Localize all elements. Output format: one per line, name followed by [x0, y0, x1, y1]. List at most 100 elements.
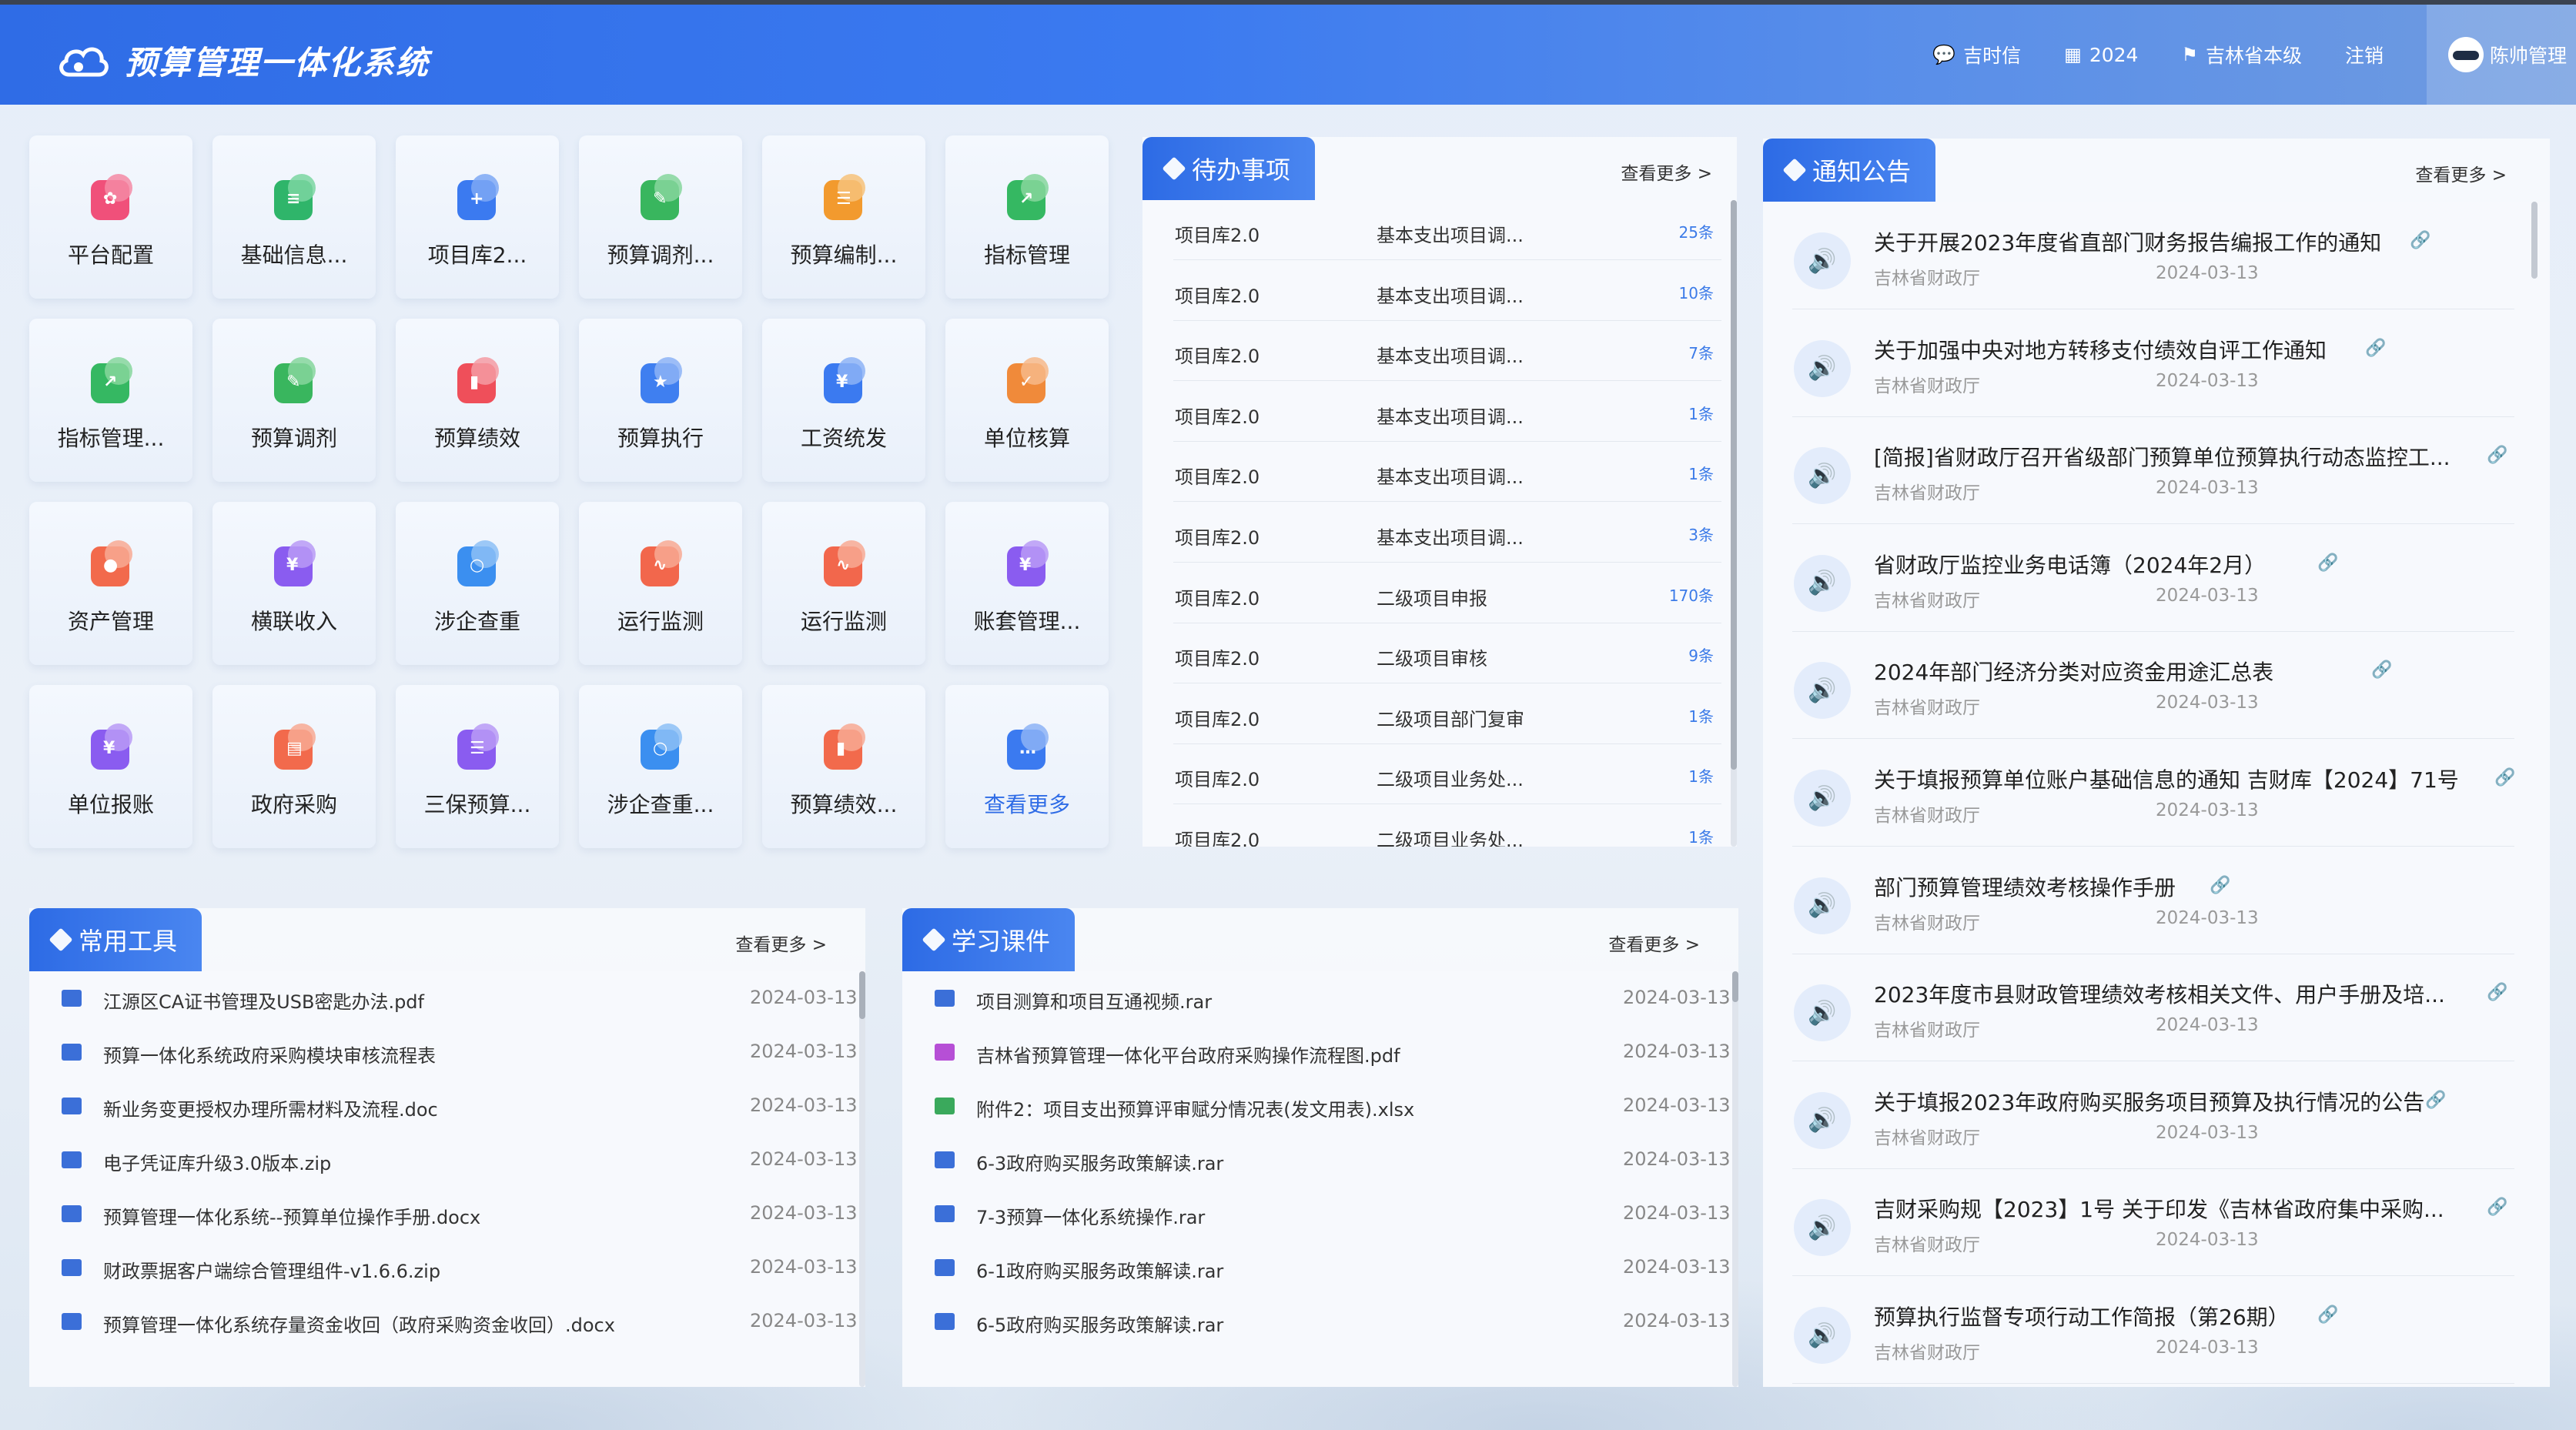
file-name[interactable]: 财政票据客户端综合管理组件-v1.6.6.zip: [103, 1256, 440, 1283]
file-name[interactable]: 附件2：项目支出预算评审赋分情况表(发文用表).xlsx: [976, 1094, 1414, 1121]
file-name[interactable]: 预算管理一体化系统--预算单位操作手册.docx: [103, 1202, 480, 1229]
link-icon[interactable]: 🔗: [2365, 339, 2386, 358]
todo-row[interactable]: 项目库2.0 基本支出项目调... 1条: [1173, 382, 1721, 442]
notice-title[interactable]: 关于开展2023年度省直部门财务报告编报工作的通知: [1874, 226, 2381, 257]
link-icon[interactable]: 🔗: [2487, 1198, 2507, 1217]
app-tile[interactable]: ∿ 运行监测: [579, 502, 742, 665]
notice-row[interactable]: 🔊 关于加强中央对地方转移支付绩效自评工作通知 🔗 吉林省财政厅 2024-03-13: [1792, 309, 2514, 417]
todo-row[interactable]: 项目库2.0 基本支出项目调... 10条: [1173, 261, 1721, 321]
app-tile[interactable]: ○ 涉企查重...: [579, 685, 742, 848]
todo-panel-tab[interactable]: 待办事项: [1142, 137, 1316, 200]
app-tile[interactable]: ✎ 预算调剂: [212, 319, 376, 482]
notice-row[interactable]: 🔊 关于填报2023年政府购买服务项目预算及执行情况的公告 🔗 吉林省财政厅 2024-…: [1792, 1061, 2514, 1169]
notice-title[interactable]: 关于填报2023年政府购买服务项目预算及执行情况的公告: [1874, 1086, 2424, 1117]
notice-title[interactable]: 关于填报预算单位账户基础信息的通知 吉财库【2024】71号: [1874, 763, 2459, 794]
link-icon[interactable]: 🔗: [2487, 446, 2507, 465]
courses-scrollbar[interactable]: [1732, 971, 1738, 1387]
app-tile[interactable]: ☰ 预算编制...: [762, 135, 925, 299]
app-tile[interactable]: ✓ 单位核算: [945, 319, 1109, 482]
notice-more-link[interactable]: 查看更多 >: [2415, 160, 2507, 186]
notice-row[interactable]: 🔊 关于填报预算单位账户基础信息的通知 吉财库【2024】71号 🔗 吉林省财政厅 20…: [1792, 739, 2515, 847]
notice-title[interactable]: 2023年度市县财政管理绩效考核相关文件、用户手册及培...: [1874, 978, 2445, 1009]
file-name[interactable]: 6-1政府购买服务政策解读.rar: [976, 1256, 1223, 1283]
courses-more-link[interactable]: 查看更多 >: [1608, 930, 1700, 956]
notice-title[interactable]: 2024年部门经济分类对应资金用途汇总表: [1874, 656, 2273, 687]
file-row[interactable]: 项目测算和项目互通视频.rar 2024-03-13: [932, 971, 1730, 1025]
link-icon[interactable]: 🔗: [2494, 768, 2515, 787]
todo-more-link[interactable]: 查看更多 >: [1621, 159, 1712, 185]
file-row[interactable]: 新业务变更授权办理所需材料及流程.doc 2024-03-13: [59, 1079, 857, 1133]
app-tile[interactable]: ✎ 预算调剂...: [579, 135, 742, 299]
app-tile[interactable]: ☰ 三保预算...: [396, 685, 559, 848]
todo-row[interactable]: 项目库2.0 基本支出项目调... 7条: [1173, 321, 1721, 382]
link-icon[interactable]: 🔗: [2317, 1305, 2338, 1325]
notice-title[interactable]: 预算执行监督专项行动工作简报（第26期）: [1874, 1301, 2290, 1331]
notice-row[interactable]: 🔊 2023年度市县财政管理绩效考核相关文件、用户手册及培... 🔗 吉林省财政厅 20…: [1792, 954, 2514, 1062]
link-icon[interactable]: 🔗: [2425, 1091, 2446, 1110]
app-tile[interactable]: + 项目库2...: [396, 135, 559, 299]
app-tile[interactable]: ≡ 基础信息...: [212, 135, 376, 299]
notice-row[interactable]: 🔊 [简报]省财政厅召开省级部门预算单位预算执行动态监控工... 🔗 吉林省财政厅 20…: [1792, 416, 2514, 525]
app-tile[interactable]: ★ 预算执行: [579, 319, 742, 482]
notice-title[interactable]: [简报]省财政厅召开省级部门预算单位预算执行动态监控工...: [1874, 441, 2451, 472]
notice-title[interactable]: 部门预算管理绩效考核操作手册: [1874, 871, 2176, 902]
notice-row[interactable]: 🔊 预算执行监督专项行动工作简报（第26期） 🔗 吉林省财政厅 2024-03-13: [1792, 1276, 2514, 1384]
file-name[interactable]: 新业务变更授权办理所需材料及流程.doc: [103, 1094, 438, 1121]
view-more-apps-button[interactable]: … 查看更多: [945, 685, 1109, 848]
todo-row[interactable]: 项目库2.0 二级项目申报 170条: [1173, 563, 1721, 623]
file-name[interactable]: 预算管理一体化系统存量资金收回（政府采购资金收回）.docx: [103, 1310, 615, 1337]
notice-title[interactable]: 关于加强中央对地方转移支付绩效自评工作通知: [1874, 334, 2327, 365]
app-tile[interactable]: ▮ 预算绩效: [396, 319, 559, 482]
app-tile[interactable]: ▤ 政府采购: [212, 685, 376, 848]
app-tile[interactable]: ¥ 单位报账: [29, 685, 192, 848]
app-tile[interactable]: ● 资产管理: [29, 502, 192, 665]
todo-row[interactable]: 项目库2.0 二级项目审核 9条: [1173, 623, 1721, 684]
notice-row[interactable]: 🔊 2024年部门经济分类对应资金用途汇总表 🔗 吉林省财政厅 2024-03-13: [1792, 631, 2514, 740]
courses-scrollbar-thumb[interactable]: [1732, 971, 1738, 1002]
tools-more-link[interactable]: 查看更多 >: [735, 930, 827, 956]
notice-panel-tab[interactable]: 通知公告: [1763, 139, 1936, 202]
todo-row[interactable]: 项目库2.0 二级项目部门复审 1条: [1173, 684, 1721, 744]
notice-row[interactable]: 🔊 部门预算管理绩效考核操作手册 🔗 吉林省财政厅 2024-03-13: [1792, 847, 2514, 954]
app-tile[interactable]: ¥ 横联收入: [212, 502, 376, 665]
todo-row[interactable]: 项目库2.0 二级项目业务处... 1条: [1173, 805, 1721, 847]
todo-scrollbar[interactable]: [1731, 200, 1737, 847]
file-row[interactable]: 财政票据客户端综合管理组件-v1.6.6.zip 2024-03-13: [59, 1241, 857, 1295]
nav-messages[interactable]: 💬 吉时信: [1932, 41, 2021, 68]
app-tile[interactable]: ↗ 指标管理...: [29, 319, 192, 482]
file-row[interactable]: 预算管理一体化系统存量资金收回（政府采购资金收回）.docx 2024-03-13: [59, 1295, 857, 1348]
file-name[interactable]: 项目测算和项目互通视频.rar: [976, 987, 1212, 1014]
file-row[interactable]: 江源区CA证书管理及USB密匙办法.pdf 2024-03-13: [59, 971, 857, 1025]
notice-title[interactable]: 吉财采购规【2023】1号 关于印发《吉林省政府集中采购...: [1874, 1193, 2444, 1224]
app-tile[interactable]: ∿ 运行监测: [762, 502, 925, 665]
link-icon[interactable]: 🔗: [2410, 231, 2430, 250]
app-tile[interactable]: ○ 涉企查重: [396, 502, 559, 665]
app-tile[interactable]: ¥ 账套管理...: [945, 502, 1109, 665]
file-row[interactable]: 6-1政府购买服务政策解读.rar 2024-03-13: [932, 1241, 1730, 1295]
file-row[interactable]: 7-3预算一体化系统操作.rar 2024-03-13: [932, 1187, 1730, 1241]
todo-row[interactable]: 项目库2.0 二级项目业务处... 1条: [1173, 744, 1721, 805]
file-name[interactable]: 7-3预算一体化系统操作.rar: [976, 1202, 1205, 1229]
tools-panel-tab[interactable]: 常用工具: [29, 908, 202, 971]
file-row[interactable]: 预算一体化系统政府采购模块审核流程表 2024-03-13: [59, 1025, 857, 1079]
link-icon[interactable]: 🔗: [2487, 983, 2507, 1002]
nav-region[interactable]: ⚑ 吉林省本级: [2181, 41, 2302, 68]
file-name[interactable]: 6-5政府购买服务政策解读.rar: [976, 1310, 1223, 1337]
app-tile[interactable]: ↗ 指标管理: [945, 135, 1109, 299]
file-row[interactable]: 电子凭证库升级3.0版本.zip 2024-03-13: [59, 1133, 857, 1187]
notice-scrollbar[interactable]: [2531, 202, 2538, 1387]
file-name[interactable]: 预算一体化系统政府采购模块审核流程表: [103, 1041, 436, 1067]
link-icon[interactable]: 🔗: [2371, 660, 2392, 680]
courses-panel-tab[interactable]: 学习课件: [902, 908, 1076, 971]
app-tile[interactable]: ¥ 工资统发: [762, 319, 925, 482]
file-row[interactable]: 吉林省预算管理一体化平台政府采购操作流程图.pdf 2024-03-13: [932, 1025, 1730, 1079]
todo-scrollbar-thumb[interactable]: [1731, 200, 1737, 770]
tools-scrollbar[interactable]: [859, 971, 865, 1387]
nav-year[interactable]: ▦ 2024: [2064, 44, 2138, 66]
file-name[interactable]: 6-3政府购买服务政策解读.rar: [976, 1148, 1223, 1175]
notice-scrollbar-thumb[interactable]: [2531, 202, 2538, 279]
app-tile[interactable]: ▮ 预算绩效...: [762, 685, 925, 848]
todo-row[interactable]: 项目库2.0 基本支出项目调... 3条: [1173, 503, 1721, 563]
user-menu[interactable]: 陈帅管理: [2426, 5, 2576, 105]
notice-row[interactable]: 🔊 省财政厅监控业务电话簿（2024年2月） 🔗 吉林省财政厅 2024-03-13: [1792, 524, 2514, 632]
